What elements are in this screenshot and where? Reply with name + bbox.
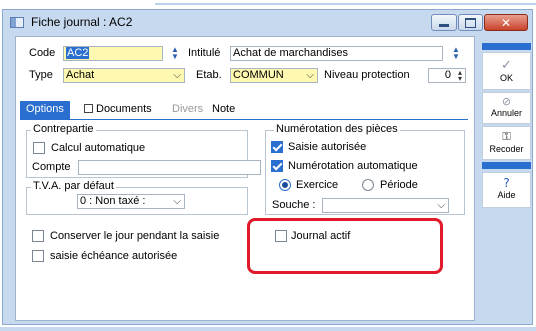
top-divider <box>155 3 536 5</box>
type-value: Achat <box>66 69 95 81</box>
maximize-button[interactable] <box>458 14 483 31</box>
recoder-button[interactable]: ⚿ Recoder <box>482 126 531 160</box>
etab-label: Etab. <box>196 69 222 81</box>
form-panel: Code AC2 ▲ ▼ Intitulé Achat de marchandis… <box>15 36 475 321</box>
action-sidebar: ✓ OK ⊘ Annuler ⚿ Recoder ? Aide <box>482 36 531 208</box>
maximize-icon <box>465 17 476 28</box>
aide-label: Aide <box>497 190 516 200</box>
close-button[interactable]: ✕ <box>484 14 528 31</box>
intitule-navigation-arrows[interactable]: ▲ ▼ <box>450 46 462 61</box>
tab-documents[interactable]: Documents <box>84 101 152 119</box>
sidebar-accent-2 <box>482 162 531 169</box>
sidebar-accent <box>482 43 531 50</box>
code-label: Code <box>29 47 56 59</box>
tab-note[interactable]: Note <box>212 101 235 119</box>
chevron-down-icon: ⌵ <box>306 70 314 81</box>
exercice-label: Exercice <box>296 179 339 191</box>
cancel-icon: ⊘ <box>501 95 512 108</box>
saisie-autorisee-checkbox[interactable] <box>271 141 283 153</box>
calcul-automatique-label: Calcul automatique <box>51 142 146 154</box>
souche-label: Souche : <box>272 199 316 211</box>
help-icon: ? <box>503 176 510 190</box>
highlight-annotation <box>247 218 443 274</box>
chevron-down-icon: ⌵ <box>437 200 445 211</box>
numerotation-legend: Numérotation des pièces <box>274 123 400 135</box>
compte-field[interactable] <box>78 160 261 175</box>
key-icon: ⚿ <box>502 130 511 143</box>
spinner-arrows-icon: ▴ ▾ <box>457 68 462 83</box>
ok-label: OK <box>499 73 513 83</box>
chevron-down-icon: ⌵ <box>173 196 181 207</box>
contrepartie-legend: Contrepartie <box>31 123 96 135</box>
niveau-protection-label: Niveau protection <box>324 69 410 81</box>
window-icon <box>10 17 24 28</box>
chevron-down-icon: ⌵ <box>173 70 181 81</box>
annuler-button[interactable]: ⊘ Annuler <box>482 92 531 124</box>
title-bar: Fiche journal : AC2 ✕ <box>3 10 532 36</box>
saisie-echeance-checkbox[interactable] <box>32 250 44 262</box>
type-label: Type <box>29 69 53 81</box>
window-title: Fiche journal : AC2 <box>31 15 133 29</box>
tva-value: 0 : Non taxé : <box>80 195 146 207</box>
annuler-label: Annuler <box>490 108 523 118</box>
close-icon: ✕ <box>500 15 512 30</box>
niveau-protection-value: 0 <box>444 69 451 81</box>
ok-button[interactable]: ✓ OK <box>482 52 531 90</box>
tab-documents-label: Documents <box>96 103 152 115</box>
tab-underline <box>20 119 468 120</box>
type-select[interactable]: Achat ⌵ <box>63 68 185 83</box>
code-navigation-arrows[interactable]: ▲ ▼ <box>169 46 181 61</box>
tab-options[interactable]: Options <box>20 101 70 119</box>
tab-divers: Divers <box>172 103 204 115</box>
minimize-icon <box>439 23 449 27</box>
bottom-edge <box>0 327 536 331</box>
check-icon: ✓ <box>501 58 512 73</box>
niveau-protection-spinner[interactable]: 0 ▴ ▾ <box>428 68 466 83</box>
saisie-autorisee-label: Saisie autorisée <box>288 141 367 153</box>
periode-label: Période <box>380 179 418 191</box>
conserver-jour-label: Conserver le jour pendant la saisie <box>50 230 220 242</box>
numerotation-automatique-label: Numérotation automatique <box>288 160 418 172</box>
arrow-down-icon: ▼ <box>171 52 179 61</box>
etab-value: COMMUN <box>233 69 284 81</box>
numerotation-automatique-checkbox[interactable] <box>271 160 283 172</box>
code-value: AC2 <box>66 47 90 59</box>
exercice-radio[interactable] <box>279 179 291 191</box>
tva-select[interactable]: 0 : Non taxé : ⌵ <box>77 194 185 209</box>
intitule-label: Intitulé <box>188 47 221 59</box>
arrow-down-icon: ▼ <box>452 52 460 61</box>
periode-radio[interactable] <box>362 179 374 191</box>
conserver-jour-checkbox[interactable] <box>32 230 44 242</box>
saisie-echeance-label: saisie échéance autorisée <box>50 250 178 262</box>
aide-button[interactable]: ? Aide <box>482 172 531 208</box>
compte-label: Compte <box>32 161 71 173</box>
documents-icon <box>84 104 93 113</box>
minimize-button[interactable] <box>431 14 457 31</box>
fiche-journal-window: Fiche journal : AC2 ✕ Code AC2 ▲ ▼ Intitu… <box>2 9 533 325</box>
recoder-label: Recoder <box>489 144 524 154</box>
etab-select[interactable]: COMMUN ⌵ <box>230 68 318 83</box>
souche-select[interactable]: ⌵ <box>322 198 449 213</box>
calcul-automatique-checkbox[interactable] <box>33 142 45 154</box>
tva-legend: T.V.A. par défaut <box>31 180 116 192</box>
code-field[interactable]: AC2 <box>63 46 163 61</box>
intitule-field[interactable]: Achat de marchandises <box>230 46 443 61</box>
